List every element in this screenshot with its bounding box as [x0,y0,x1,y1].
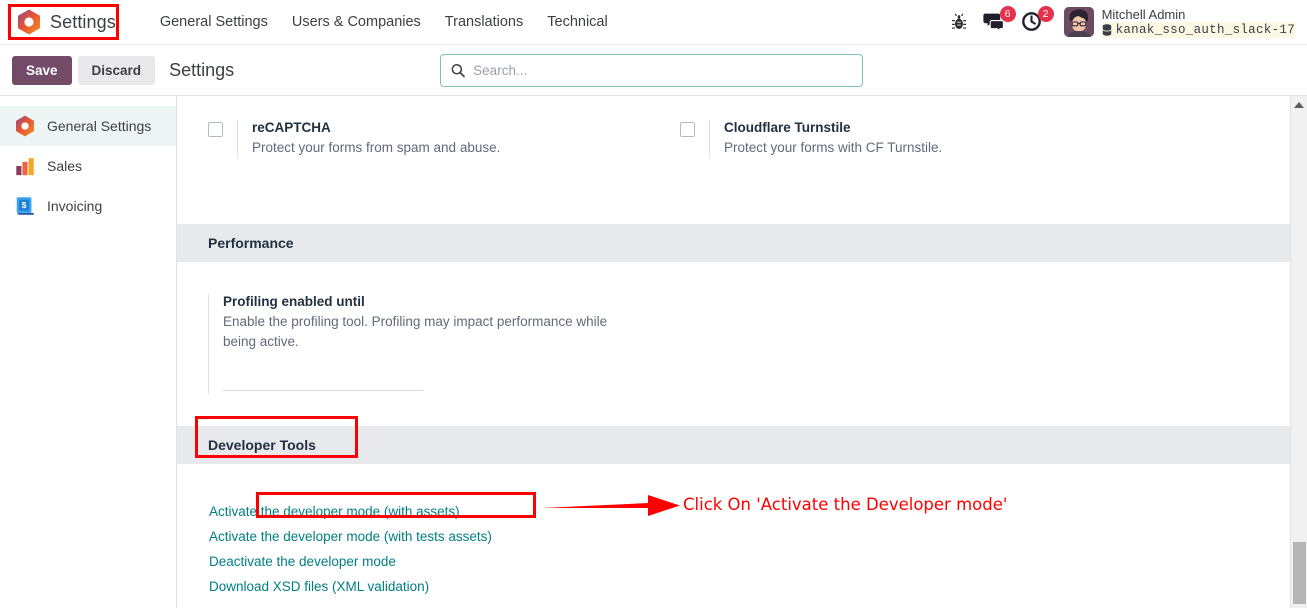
setting-divider [208,294,209,394]
section-title: Developer Tools [208,437,316,453]
setting-divider [237,120,238,158]
setting-recaptcha: reCAPTCHA Protect your forms from spam a… [208,120,680,158]
settings-sidebar: General Settings Sales $ Invoicing [0,96,177,608]
settings-content: reCAPTCHA Protect your forms from spam a… [177,96,1290,608]
scrollbar-thumb[interactable] [1293,542,1306,604]
svg-text:$: $ [22,200,27,210]
sidebar-item-invoicing[interactable]: $ Invoicing [0,186,176,226]
profiling-date-input[interactable] [223,390,423,391]
search-input[interactable] [473,63,852,78]
sidebar-item-label: General Settings [47,118,152,134]
messages-button[interactable]: 6 [982,6,1016,35]
cloudflare-turnstile-checkbox[interactable] [680,122,695,137]
avatar-image [1063,7,1094,37]
navbar-item-general-settings[interactable]: General Settings [148,8,280,36]
developer-mode-links: Activate the developer mode (with assets… [177,464,1290,598]
database-icon [1101,23,1112,36]
navbar-menu: General Settings Users & Companies Trans… [148,8,620,36]
search-box[interactable] [440,54,863,87]
sales-chart-icon [16,158,34,176]
messages-count-badge: 6 [999,6,1016,22]
sidebar-item-general-settings[interactable]: General Settings [0,106,176,146]
brand-label: Settings [50,11,116,32]
sidebar-item-sales[interactable]: Sales [0,146,176,186]
link-download-xsd-files[interactable]: Download XSD files (XML validation) [208,575,430,598]
setting-description: Protect your forms with CF Turnstile. [724,140,943,155]
link-deactivate-developer-mode[interactable]: Deactivate the developer mode [208,550,397,573]
save-button[interactable]: Save [12,55,72,85]
setting-divider [709,120,710,158]
content-scrollbar[interactable] [1290,96,1307,608]
navbar-right-tools: 6 2 Mitchell Admin kanak_sso_auth_slack-… [948,6,1307,38]
profiling-title: Profiling enabled until [223,294,365,309]
search-icon [451,63,465,78]
setting-title: Cloudflare Turnstile [724,120,851,135]
sidebar-item-label: Invoicing [47,198,103,214]
user-info[interactable]: Mitchell Admin kanak_sso_auth_slack-17 [1101,6,1295,38]
navbar-item-technical[interactable]: Technical [535,8,619,36]
activities-count-badge: 2 [1037,6,1054,22]
database-label: kanak_sso_auth_slack-17 [1101,21,1295,38]
invoicing-document-icon: $ [16,197,34,215]
discard-button[interactable]: Discard [77,55,156,85]
bug-icon[interactable] [948,11,970,33]
profiling-description: Enable the profiling tool. Profiling may… [223,314,608,349]
link-activate-developer-mode-tests-assets[interactable]: Activate the developer mode (with tests … [208,525,493,548]
user-avatar[interactable] [1063,7,1094,37]
setting-cloudflare-turnstile: Cloudflare Turnstile Protect your forms … [680,120,1152,158]
link-activate-developer-mode-assets[interactable]: Activate the developer mode (with assets… [208,500,461,523]
activities-button[interactable]: 2 [1020,6,1054,35]
integrations-settings-row: reCAPTCHA Protect your forms from spam a… [177,96,1290,158]
section-header-developer-tools: Developer Tools [177,426,1290,464]
section-title: Performance [208,235,294,251]
settings-gear-icon [16,115,34,137]
recaptcha-checkbox[interactable] [208,122,223,137]
setting-description: Protect your forms from spam and abuse. [252,140,501,155]
database-name: kanak_sso_auth_slack-17 [1115,22,1295,37]
top-navbar: Settings General Settings Users & Compan… [0,0,1307,45]
scroll-up-arrow-icon[interactable] [1294,102,1304,108]
app-brand-settings[interactable]: Settings [11,5,126,39]
page-title: Settings [169,59,235,80]
profiling-setting: Profiling enabled until Enable the profi… [177,262,1290,394]
setting-title: reCAPTCHA [252,120,331,135]
navbar-item-users-companies[interactable]: Users & Companies [280,8,433,36]
user-name-label: Mitchell Admin [1101,6,1186,22]
sidebar-item-label: Sales [47,158,83,174]
odoo-hexagon-icon [18,9,40,35]
navbar-item-translations[interactable]: Translations [433,8,535,36]
annotation-callout-text: Click On 'Activate the Developer mode' [683,495,1008,514]
section-header-performance: Performance [177,224,1290,262]
